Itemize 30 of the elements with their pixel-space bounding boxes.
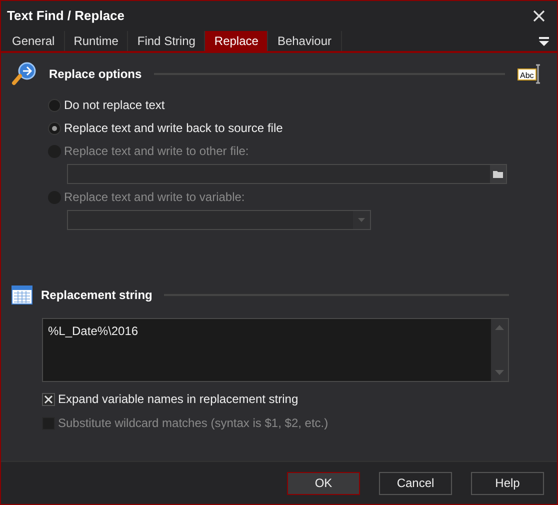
window-title: Text Find / Replace	[7, 7, 125, 26]
search-icon	[11, 61, 37, 87]
radio-button[interactable]	[48, 98, 61, 112]
variable-dropdown[interactable]	[67, 210, 371, 230]
checkbox-label: Substitute wildcard matches (syntax is $1, $2, etc.)	[58, 415, 328, 432]
radio-label: Replace text and write back to source file	[64, 120, 283, 137]
menu-icon[interactable]	[539, 36, 549, 46]
tab[interactable]: Replace	[205, 31, 268, 51]
checkbox-label: Expand variable names in replacement string	[58, 391, 298, 408]
checkbox[interactable]	[42, 392, 55, 406]
scroll-up-icon[interactable]	[495, 325, 504, 330]
section-heading: Replace options	[49, 66, 142, 83]
radio-label: Do not replace text	[64, 97, 165, 114]
dialog-button[interactable]: OK	[287, 472, 360, 494]
radio-label: Replace text and write to other file:	[64, 143, 249, 160]
replacement-text-area[interactable]: %L_Date%\2016	[42, 318, 509, 382]
tab[interactable]: General	[3, 31, 65, 51]
radio-button[interactable]	[48, 122, 61, 134]
file-field[interactable]	[67, 164, 507, 184]
folder-icon[interactable]	[490, 165, 506, 183]
scrollbar[interactable]	[491, 319, 508, 381]
calendar-icon	[11, 285, 33, 305]
dialog-button[interactable]: Cancel	[379, 472, 452, 494]
dialog-button[interactable]: Help	[471, 472, 544, 494]
section-heading: Replacement string	[41, 287, 152, 304]
tab[interactable]: Runtime	[64, 31, 128, 51]
radio-label: Replace text and write to variable:	[64, 189, 245, 206]
tab[interactable]: Behaviour	[268, 31, 342, 51]
scroll-down-icon[interactable]	[495, 370, 504, 375]
close-icon[interactable]	[533, 10, 545, 22]
